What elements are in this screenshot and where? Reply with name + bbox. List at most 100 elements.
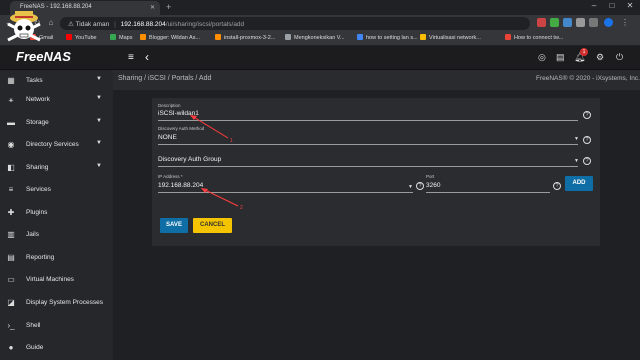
ip-address-chevron-down-icon[interactable]: ▼	[408, 184, 413, 190]
sidebar-item-display-system-processes[interactable]: ◪ Display System Processes	[0, 292, 113, 314]
url-host: 192.168.88.204	[120, 21, 166, 28]
auth-group-help-icon[interactable]: ?	[583, 157, 591, 165]
home-icon[interactable]: ⌂	[46, 18, 56, 27]
sidebar-item-reporting[interactable]: ▤ Reporting	[0, 247, 113, 269]
ip-address-help-icon[interactable]: ?	[416, 182, 424, 190]
description-label: Description	[158, 103, 181, 108]
auth-method-help-icon[interactable]: ?	[583, 136, 591, 144]
sidebar-item-storage[interactable]: ▬ Storage ▼	[0, 112, 113, 134]
storage-icon: ▬	[7, 118, 15, 127]
close-window-button[interactable]: ✕	[622, 1, 638, 10]
annotation-label-2: 2	[240, 205, 243, 211]
shell-icon: ›_	[7, 321, 15, 330]
extension-icon-1[interactable]	[537, 18, 546, 27]
port-help-icon[interactable]: ?	[553, 182, 561, 190]
browser-menu-icon[interactable]: ⋮	[620, 18, 630, 27]
sidebar-item-label: Shell	[26, 322, 41, 329]
sidebar-item-jails[interactable]: ▥ Jails	[0, 224, 113, 246]
task-manager-icon[interactable]: ▤	[556, 52, 565, 63]
sidebar-item-network[interactable]: ⚹ Network ▼	[0, 89, 113, 111]
extension-icon-5[interactable]	[589, 18, 598, 27]
bookmark-label: YouTube	[75, 35, 97, 41]
description-input[interactable]: iSCSI-wildan1	[158, 110, 199, 117]
url-separator: |	[114, 21, 116, 28]
sidebar-item-label: Sharing	[26, 164, 49, 171]
sidebar-item-plugins[interactable]: ✚ Plugins	[0, 202, 113, 224]
port-input[interactable]: 3260	[426, 182, 440, 189]
bookmark-label: Maps	[119, 35, 133, 41]
ip-address-select[interactable]: 192.168.88.204	[158, 182, 203, 189]
collapse-chevron-icon[interactable]: ‹	[145, 50, 149, 64]
bookmark-item[interactable]: How to connect tw...	[505, 34, 563, 41]
chevron-down-icon: ▼	[96, 163, 102, 169]
minimize-button[interactable]: –	[586, 1, 602, 10]
maximize-button[interactable]: □	[604, 1, 620, 10]
bookmark-item[interactable]: Maps	[110, 34, 132, 41]
jails-icon: ▥	[7, 230, 15, 239]
bookmark-item[interactable]: YouTube	[66, 34, 97, 41]
bookmark-item[interactable]: how to setting lan s...	[357, 34, 418, 41]
bookmark-item[interactable]: Mengkoneksikan V...	[285, 34, 345, 41]
sidebar-item-label: Storage	[26, 119, 49, 126]
bookmark-favicon-icon	[285, 34, 291, 40]
url-bar[interactable]: ⚠ Tidak aman | 192.168.88.204/ui/sharing…	[60, 17, 530, 30]
sidebar-item-label: Services	[26, 186, 51, 193]
sidebar: ▦ Tasks ▼ ⚹ Network ▼ ▬ Storage ▼ ◉ Directory Serv…	[0, 70, 113, 360]
sidebar-item-label: Directory Services	[26, 141, 79, 148]
sidebar-item-label: Display System Processes	[26, 299, 103, 306]
description-help-icon[interactable]: ?	[583, 111, 591, 119]
vm-icon: ▭	[7, 275, 15, 284]
sidebar-item-label: Plugins	[26, 209, 48, 216]
profile-avatar[interactable]	[604, 18, 613, 27]
chevron-down-icon: ▼	[96, 140, 102, 146]
new-tab-button[interactable]: +	[166, 2, 171, 12]
bookmark-favicon-icon	[66, 34, 72, 40]
sidebar-item-virtual-machines[interactable]: ▭ Virtual Machines	[0, 269, 113, 291]
settings-gear-icon[interactable]: ⚙	[596, 52, 604, 63]
extension-icon-3[interactable]	[563, 18, 572, 27]
bookmark-label: Virtualisasi network...	[429, 35, 481, 41]
bookmark-item[interactable]: Virtualisasi network...	[420, 34, 481, 41]
sidebar-item-label: Virtual Machines	[26, 276, 74, 283]
cancel-button[interactable]: CANCEL	[193, 218, 232, 233]
auth-method-select[interactable]: NONE	[158, 134, 177, 141]
bookmark-label: Blogger: Wildan As...	[149, 35, 201, 41]
sidebar-item-services[interactable]: ≡ Services	[0, 179, 113, 201]
port-underline	[426, 192, 550, 193]
bookmark-label: How to connect tw...	[514, 35, 564, 41]
sidebar-item-directory-services[interactable]: ◉ Directory Services ▼	[0, 134, 113, 156]
bookmarks-bar: Gmail YouTube Maps Blogger: Wildan As... ins…	[0, 32, 640, 46]
auth-method-chevron-down-icon[interactable]: ▼	[574, 136, 579, 142]
tab-strip: FreeNAS - 192.168.88.204 ✕ + – □ ✕	[0, 0, 640, 15]
power-icon[interactable]: ⏻	[616, 52, 623, 63]
bookmark-favicon-icon	[357, 34, 363, 40]
auth-group-select[interactable]: Discovery Auth Group	[158, 156, 221, 163]
bookmark-favicon-icon	[110, 34, 116, 40]
bookmark-item[interactable]: Blogger: Wildan As...	[140, 34, 200, 41]
bookmark-label: install-proxmox-3-2...	[224, 35, 276, 41]
chevron-down-icon: ▼	[96, 76, 102, 82]
hamburger-menu-icon[interactable]: ≡	[128, 52, 134, 63]
breadcrumb: Sharing / iSCSI / Portals / Add	[118, 75, 212, 82]
bookmark-favicon-icon	[420, 34, 426, 40]
extension-icon-4[interactable]	[576, 18, 585, 27]
calendar-icon: ▦	[7, 76, 15, 85]
url-path: /ui/sharing/iscsi/portals/add	[165, 21, 245, 28]
sidebar-item-sharing[interactable]: ◧ Sharing ▼	[0, 157, 113, 179]
extension-icon-2[interactable]	[550, 18, 559, 27]
plugins-icon: ✚	[7, 208, 15, 217]
ix-logo-icon[interactable]: ◎	[538, 52, 546, 63]
sidebar-item-shell[interactable]: ›_ Shell	[0, 315, 113, 337]
tab-close-icon[interactable]: ✕	[150, 4, 155, 11]
add-button[interactable]: ADD	[565, 176, 593, 191]
auth-group-chevron-down-icon[interactable]: ▼	[574, 158, 579, 164]
freenas-logo[interactable]: FreeNAS	[16, 49, 71, 64]
sidebar-item-guide[interactable]: ● Guide	[0, 337, 113, 359]
processes-icon: ◪	[7, 298, 15, 307]
sidebar-item-label: Network	[26, 96, 50, 103]
bookmark-item[interactable]: install-proxmox-3-2...	[215, 34, 275, 41]
warning-icon: ⚠	[68, 21, 74, 28]
port-label: Port	[426, 174, 435, 179]
auth-method-underline	[158, 144, 578, 145]
save-button[interactable]: SAVE	[160, 218, 188, 233]
